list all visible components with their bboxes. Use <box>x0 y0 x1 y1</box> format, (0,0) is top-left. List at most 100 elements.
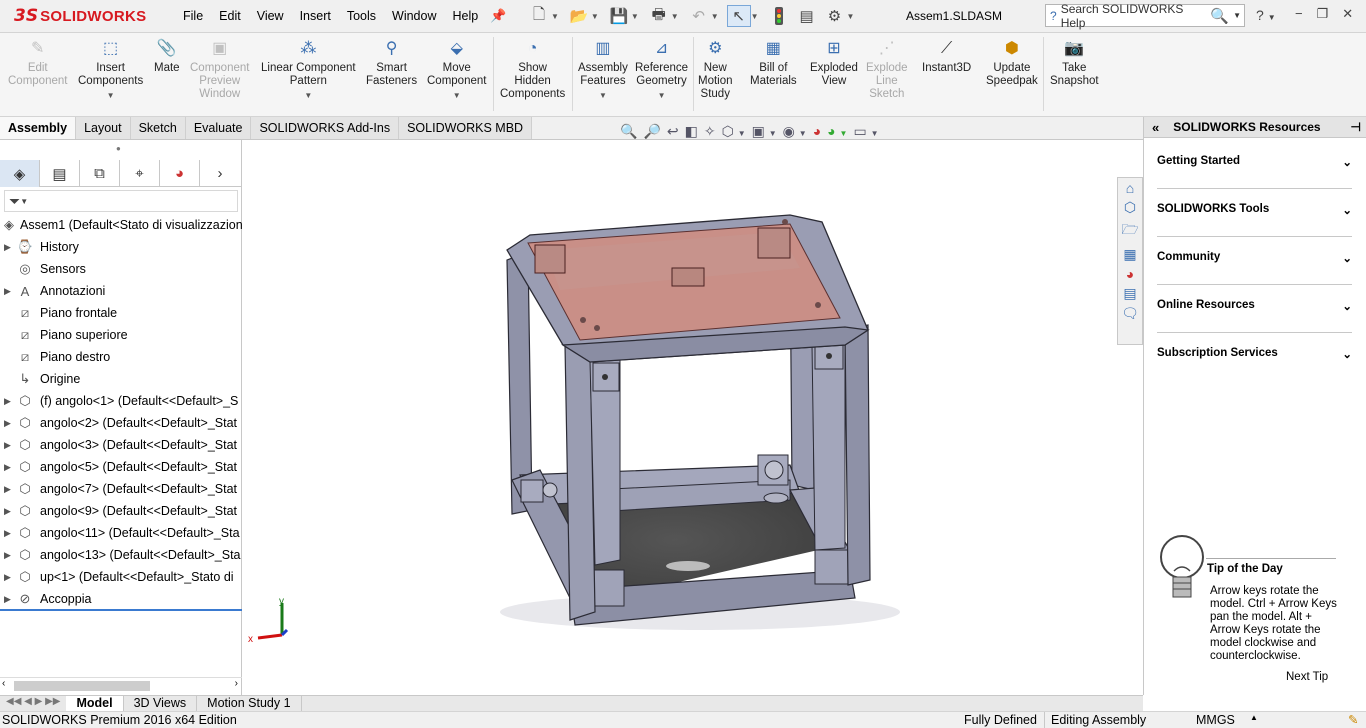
bottom-nav-arrows-icon[interactable]: ◀◀ ◀ ▶ ▶▶ <box>0 696 66 711</box>
insert-components-button[interactable]: ⬚ Insert Components ▼ <box>78 37 143 102</box>
save-icon[interactable]: 💾 <box>607 5 631 27</box>
help-question-icon[interactable]: ? ▼ <box>1256 7 1276 23</box>
expand-arrow-icon[interactable]: ▶ <box>4 462 16 473</box>
restore-icon[interactable]: ❐ <box>1317 6 1329 22</box>
menu-tools[interactable]: Tools <box>339 7 384 25</box>
component-preview-window-button[interactable]: ▣ Component Preview Window <box>190 37 249 101</box>
options-gear-icon[interactable]: ⚙ <box>823 5 847 27</box>
expand-arrow-icon[interactable]: ▶ <box>4 506 16 517</box>
section-view-icon[interactable]: ◧ <box>685 123 698 140</box>
scroll-thumb[interactable] <box>14 681 150 691</box>
hide-show-items-icon[interactable]: ◉ ▼ <box>783 123 807 140</box>
take-snapshot-button[interactable]: 📷 Take Snapshot <box>1050 37 1099 88</box>
menu-edit[interactable]: Edit <box>211 7 249 25</box>
tree-item[interactable]: ▶ ⬡ angolo<9> (Default<<Default>_Stat <box>0 500 242 522</box>
tab-model[interactable]: Model <box>66 696 124 711</box>
tree-filter-field[interactable]: ⏷ ▼ <box>4 190 238 212</box>
units-selector[interactable]: MMGS <box>1196 713 1235 727</box>
expand-arrow-icon[interactable]: ▶ <box>4 594 16 605</box>
tab-layout[interactable]: Layout <box>76 117 131 139</box>
display-style-icon[interactable]: ▣ ▼ <box>752 123 777 140</box>
bill-of-materials-button[interactable]: ▦ Bill of Materials <box>750 37 797 88</box>
filter-dropdown-icon[interactable]: ▼ <box>20 197 28 206</box>
apply-scene-icon[interactable]: ◕ ▼ <box>827 123 847 140</box>
smart-fasteners-button[interactable]: ⚲ Smart Fasteners <box>366 37 417 88</box>
open-folder-icon[interactable]: 📂 <box>567 5 591 27</box>
section-subscription-services[interactable]: Subscription Services ⌄ <box>1157 337 1352 381</box>
magnifier-icon[interactable]: 🔍 <box>1210 7 1229 25</box>
select-cursor-icon[interactable]: ↖ <box>726 5 751 27</box>
menu-view[interactable]: View <box>249 7 292 25</box>
dropdown-caret-icon[interactable]: ▼ <box>658 89 666 102</box>
dropdown-caret-icon[interactable]: ▼ <box>599 89 607 102</box>
property-manager-tab-icon[interactable]: ▤ <box>40 160 80 187</box>
tree-item[interactable]: ▶ ⬡ angolo<11> (Default<<Default>_Sta <box>0 522 242 544</box>
expand-arrow-icon[interactable]: ▶ <box>4 396 16 407</box>
tree-item[interactable]: ▶ ⬡ angolo<5> (Default<<Default>_Stat <box>0 456 242 478</box>
edit-appearance-icon[interactable]: ◕ <box>813 123 821 140</box>
tree-item[interactable]: ▶ ⊘ Accoppia <box>0 588 242 610</box>
custom-properties-icon[interactable]: ▤ <box>1123 285 1136 302</box>
search-dropdown-icon[interactable]: ▼ <box>1233 11 1244 20</box>
appearances-icon[interactable]: ◕ <box>1126 266 1134 282</box>
tree-item[interactable]: ▶ A Annotazioni <box>0 280 242 302</box>
configuration-manager-tab-icon[interactable]: ⧉ <box>80 160 120 187</box>
undo-icon[interactable]: ↶ <box>687 5 711 27</box>
print-dropdown-icon[interactable]: ▼ <box>671 12 679 21</box>
expand-arrow-icon[interactable]: ▶ <box>4 572 16 583</box>
menu-window[interactable]: Window <box>384 7 444 25</box>
mate-button[interactable]: 📎 Mate <box>154 37 180 75</box>
instant3d-button[interactable]: ⟋ Instant3D <box>922 37 971 75</box>
pin-panel-icon[interactable]: ⊣ <box>1351 120 1361 134</box>
new-document-icon[interactable]: 🗋 <box>527 5 551 27</box>
tree-item[interactable]: ▶ ⬡ angolo<7> (Default<<Default>_Stat <box>0 478 242 500</box>
section-online-resources[interactable]: Online Resources ⌄ <box>1157 289 1352 333</box>
tree-item[interactable]: ⧄ Piano destro <box>0 346 242 368</box>
collapse-panel-icon[interactable]: « <box>1152 120 1159 135</box>
expand-arrow-icon[interactable]: ▶ <box>4 418 16 429</box>
tree-item[interactable]: ⧄ Piano superiore <box>0 324 242 346</box>
tree-item[interactable]: ▶ ⬡ up<1> (Default<<Default>_Stato di <box>0 566 242 588</box>
update-speedpak-button[interactable]: ⬢ Update Speedpak <box>986 37 1038 88</box>
menu-file[interactable]: File <box>175 7 211 25</box>
tree-item[interactable]: ▶ ⬡ angolo<2> (Default<<Default>_Stat <box>0 412 242 434</box>
view-orientation-icon[interactable]: ⬡ ▼ <box>722 123 746 140</box>
dropdown-caret-icon[interactable]: ▼ <box>304 89 312 102</box>
forum-icon[interactable]: 🗨 <box>1121 305 1139 322</box>
next-tip-link[interactable]: Next Tip <box>1286 671 1328 683</box>
tree-item[interactable]: ▶ ⬡ (f) angolo<1> (Default<<Default>_S <box>0 390 242 412</box>
file-explorer-icon[interactable]: 🗁 <box>1121 219 1138 243</box>
move-component-button[interactable]: ⬙ Move Component ▼ <box>427 37 486 102</box>
explode-line-sketch-button[interactable]: ⋰ Explode Line Sketch <box>866 37 908 101</box>
home-icon[interactable]: ⌂ <box>1126 180 1134 196</box>
expand-arrow-icon[interactable]: ▶ <box>4 440 16 451</box>
tree-item[interactable]: ▶ ⬡ angolo<3> (Default<<Default>_Stat <box>0 434 242 456</box>
expand-arrow-icon[interactable]: ▶ <box>4 286 16 297</box>
assembly-features-button[interactable]: ▥ Assembly Features ▼ <box>578 37 628 102</box>
tree-root-assembly[interactable]: ◈ Assem1 (Default<Stato di visualizzazion… <box>0 214 242 236</box>
tab-evaluate[interactable]: Evaluate <box>185 117 252 139</box>
tree-item[interactable]: ▶ ⬡ angolo<13> (Default<<Default>_Sta <box>0 544 242 566</box>
tab-assembly[interactable]: Assembly <box>0 117 77 139</box>
reference-geometry-button[interactable]: ⊿ Reference Geometry ▼ <box>635 37 688 102</box>
zoom-to-fit-icon[interactable]: 🔍 <box>620 123 637 140</box>
feature-manager-tab-icon[interactable]: ◈ <box>0 160 40 187</box>
tree-item[interactable]: ⧄ Piano frontale <box>0 302 242 324</box>
scroll-right-icon[interactable]: › <box>235 678 238 689</box>
new-dropdown-icon[interactable]: ▼ <box>551 12 559 21</box>
section-community[interactable]: Community ⌄ <box>1157 241 1352 285</box>
menu-insert[interactable]: Insert <box>292 7 339 25</box>
print-icon[interactable]: 🖶 <box>647 5 671 27</box>
section-getting-started[interactable]: Getting Started ⌄ <box>1157 145 1352 189</box>
section-solidworks-tools[interactable]: SOLIDWORKS Tools ⌄ <box>1157 193 1352 237</box>
file-properties-icon[interactable]: ▤ <box>795 5 819 27</box>
tree-item[interactable]: ▶ ⌚ History <box>0 236 242 258</box>
panel-tabs-more-icon[interactable]: › <box>200 160 240 187</box>
view-settings-icon[interactable]: ▭ ▼ <box>853 123 878 140</box>
quick-tips-icon[interactable]: ✎ <box>1348 712 1358 727</box>
expand-arrow-icon[interactable]: ▶ <box>4 484 16 495</box>
zoom-to-area-icon[interactable]: 🔎 <box>643 123 660 140</box>
show-hidden-components-button[interactable]: ◔ Show Hidden Components <box>500 37 565 101</box>
select-dropdown-icon[interactable]: ▼ <box>751 12 759 21</box>
tab-sketch[interactable]: Sketch <box>130 117 186 139</box>
